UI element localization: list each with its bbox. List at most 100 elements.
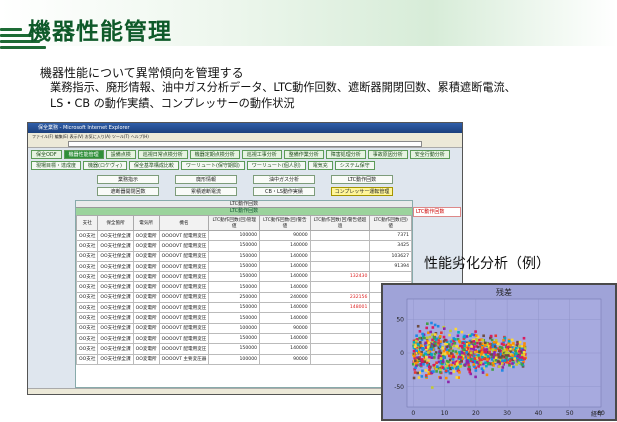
table-row[interactable]: OO支社 OO支社保全課 OO変電所 OOOOVT 配電用変圧 100000 90000	[75, 322, 412, 334]
scatter-point	[418, 336, 421, 340]
scatter-point	[516, 340, 519, 344]
scatter-point	[514, 349, 517, 353]
scatter-point	[481, 338, 485, 342]
scatter-point	[497, 353, 500, 356]
table-cell: 90000	[259, 353, 311, 365]
scatter-point	[427, 351, 430, 354]
scatter-point	[506, 354, 510, 357]
function-button[interactable]: CB・LS動作実績	[253, 187, 315, 196]
table-cell: 140000	[259, 281, 311, 293]
table-cell: OOOOVT 配電用変圧	[158, 291, 210, 304]
scatter-point	[413, 359, 417, 363]
scatter-point	[522, 336, 526, 340]
subtab-item[interactable]: システム保守	[334, 161, 375, 170]
table-row[interactable]: OO支社 OO支社保全課 OO変電所 OOOOVT 配電用変圧 250000 240000…	[75, 291, 412, 304]
y-tick-label: -50	[394, 384, 404, 391]
scatter-point	[515, 363, 518, 366]
subtab-item[interactable]: ワーリュート(個人別)	[246, 161, 306, 170]
subtab-item[interactable]: 保全基準構成比較	[128, 161, 179, 170]
scatter-point	[439, 376, 442, 380]
scatter-point	[455, 376, 459, 379]
function-button[interactable]: LTC動作回数	[331, 175, 393, 184]
tab-item[interactable]: 巡視日常点検分析	[137, 150, 188, 159]
scatter-point	[443, 338, 447, 342]
table-row[interactable]: OO支社 OO支社保全課 OO変電所 OOOOVT 配電用変圧 150000 140000…	[75, 302, 412, 314]
menu-bar[interactable]: ファイル(F) 編集(E) 表示(V) お気に入り(A) ツール(T) ヘルプ(…	[28, 133, 462, 140]
tab-item[interactable]: 機器定期点検分析	[189, 150, 240, 159]
scatter-point	[490, 353, 493, 356]
scatter-point	[441, 366, 445, 369]
table-cell: 90000	[259, 229, 311, 242]
tab-item[interactable]: 整備作業分析	[283, 150, 324, 159]
function-button[interactable]: 遮断器開閉回数	[97, 187, 159, 196]
table-cell: OO変電所	[132, 240, 160, 252]
table-row[interactable]: OO支社 OO支社保全課 OO変電所 OOOOVT 配電用変圧 150000 140000…	[75, 260, 412, 273]
scatter-point	[434, 338, 438, 342]
table-cell: OO変電所	[132, 302, 160, 314]
table-cell: OO支社保全課	[97, 343, 134, 355]
scatter-point	[503, 336, 507, 340]
table-row[interactable]: OO支社 OO支社保全課 OO変電所 OOOOVT 配電用変圧 150000 140000	[75, 343, 412, 355]
table-row[interactable]: OO支社 OO支社保全課 OO変電所 OOOOVT 配電用変圧 150000 140000…	[75, 250, 412, 262]
scatter-point	[500, 342, 504, 346]
table-cell: 103627	[369, 250, 412, 262]
scatter-point	[442, 335, 446, 339]
table-cell: OO支社	[75, 322, 99, 334]
scatter-point	[440, 331, 443, 335]
tab-item[interactable]: 事故原因分析	[367, 150, 408, 159]
subtab-item[interactable]: 機器(ロケヴィ)	[83, 161, 127, 170]
function-button[interactable]: 廃形情報	[175, 175, 237, 184]
table-row[interactable]: OO支社 OO支社保全課 OO変電所 OOOOVT 主要変圧器 100000 90000	[75, 353, 412, 365]
scatter-point	[425, 361, 429, 365]
table-row[interactable]: OO支社 OO支社保全課 OO変電所 OOOOVT 配電用変圧 150000 140000	[75, 281, 412, 293]
table-row[interactable]: OO支社 OO支社保全課 OO変電所 OOOOVT 配電用変圧 100000 90000 7…	[75, 229, 412, 242]
table-cell	[309, 353, 371, 365]
scatter-point	[445, 364, 449, 368]
scatter-point	[416, 371, 420, 375]
table-row[interactable]: OO支社 OO支社保全課 OO変電所 OOOOVT 配電用変圧 150000 140000…	[75, 271, 412, 283]
side-label[interactable]: LTC動作回数	[413, 207, 461, 217]
scatter-point	[501, 366, 505, 369]
tab-item[interactable]: 保全ODF	[31, 150, 62, 159]
scatter-point	[447, 380, 450, 384]
tab-item[interactable]: 機器性能管理	[63, 150, 104, 159]
scatter-point	[503, 359, 507, 362]
scatter-point	[478, 358, 482, 362]
scatter-point	[457, 331, 460, 334]
scatter-point	[412, 354, 416, 358]
table-row[interactable]: OO支社 OO支社保全課 OO変電所 OOOOVT 配電用変圧 150000 140000	[75, 312, 412, 324]
scatter-point	[428, 355, 431, 359]
function-button[interactable]: 油中ガス分析	[253, 175, 315, 184]
scatter-point	[482, 334, 485, 338]
scatter-point	[444, 376, 448, 380]
scatter-point	[486, 358, 489, 361]
table-row[interactable]: OO支社 OO支社保全課 OO変電所 OOOOVT 配電用変圧 150000 140000…	[75, 240, 412, 252]
ltc-table: 支社 保全箇所 電気所 機名 LTC動作回数(回)管理値 LTC動作回数(回)警告値 LTC…	[75, 215, 412, 365]
subtab-item[interactable]: 電気充	[307, 161, 333, 170]
table-cell: 7371	[369, 229, 412, 242]
table-cell: OO変電所	[132, 353, 160, 365]
function-button[interactable]: 累積遮断電流	[175, 187, 237, 196]
address-input[interactable]	[68, 141, 422, 147]
tab-item[interactable]: 巡視工事分析	[241, 150, 282, 159]
function-button[interactable]: コンプレッサー運転管理	[331, 187, 393, 196]
tab-item[interactable]: 障害処理分析	[325, 150, 366, 159]
subtab-item[interactable]: 現場目標・達成度	[31, 161, 82, 170]
scatter-point	[502, 349, 505, 352]
scatter-point	[510, 338, 514, 342]
scatter-point	[493, 345, 497, 348]
scatter-point	[449, 345, 452, 349]
scatter-point	[462, 335, 466, 339]
table-cell: 3425	[369, 240, 412, 252]
table-row[interactable]: OO支社 OO支社保全課 OO変電所 OOOOVT 配電用変圧 150000 140000	[75, 332, 412, 345]
tab-item[interactable]: 設備点検	[105, 150, 136, 159]
scatter-point	[454, 327, 458, 331]
scatter-point	[459, 365, 462, 368]
function-button[interactable]: 業務指示	[97, 175, 159, 184]
subtab-item[interactable]: ワーリュート(保守期間)	[180, 161, 245, 170]
scatter-point	[486, 355, 490, 358]
table-cell: OOOOVT 配電用変圧	[158, 302, 210, 314]
address-bar[interactable]	[28, 140, 462, 148]
scatter-point	[477, 354, 480, 357]
tab-item[interactable]: 安全行動分析	[409, 150, 450, 159]
